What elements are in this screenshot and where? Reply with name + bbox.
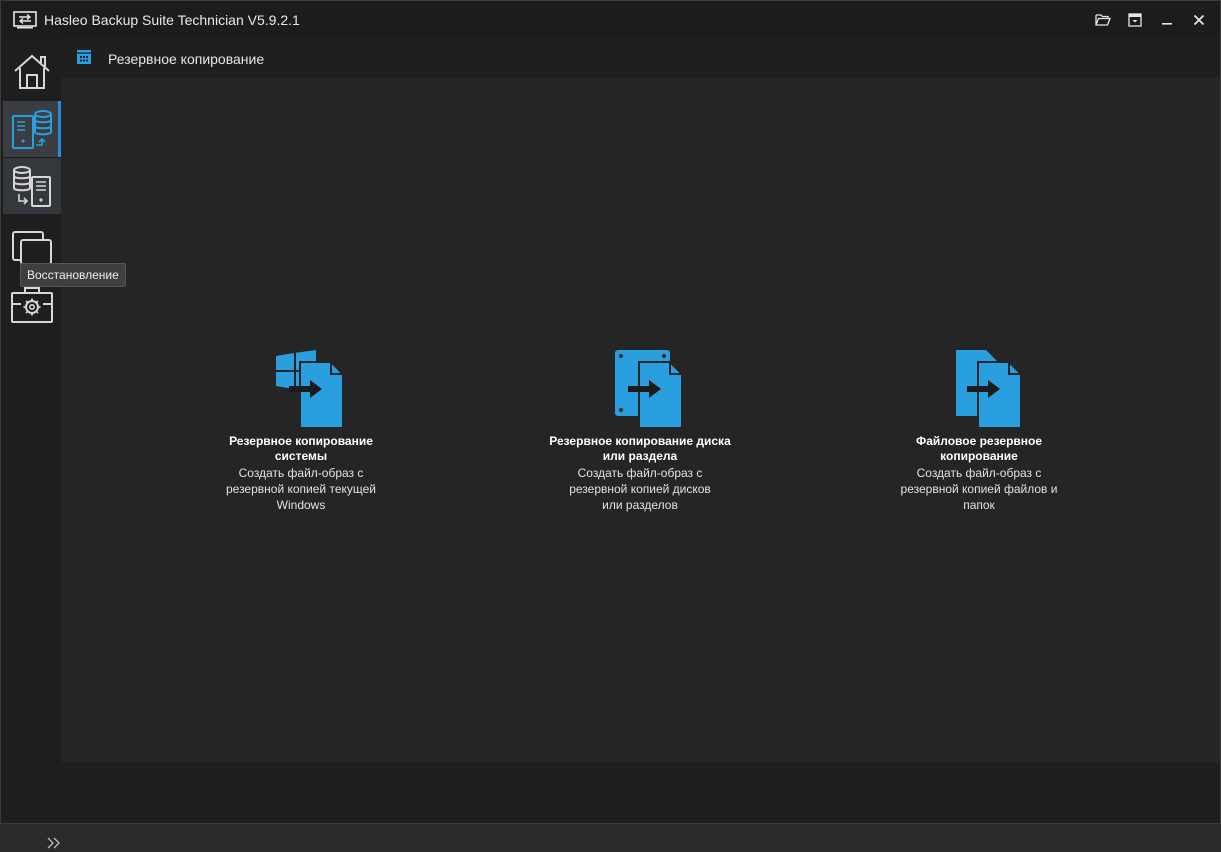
- disk-backup-option[interactable]: Резервное копирование диска или раздела …: [530, 348, 750, 513]
- footer-bar: [61, 762, 1220, 823]
- page-title: Резервное копирование: [108, 51, 265, 67]
- page-header: Резервное копирование: [61, 38, 1220, 78]
- system-backup-icon: [276, 350, 344, 429]
- folder-open-icon: [1095, 14, 1111, 26]
- restore-icon: [13, 166, 51, 207]
- minimize-icon: [1162, 23, 1172, 25]
- clone-icon: [12, 231, 52, 265]
- tools-icon: [11, 287, 53, 323]
- disk-backup-title: Резервное копирование диска или раздела: [549, 434, 731, 463]
- backup-icon: [12, 110, 52, 149]
- home-icon: [14, 54, 50, 89]
- disk-backup-description: Создать файл-образ с резервной копией ди…: [569, 466, 711, 512]
- close-button[interactable]: [1188, 10, 1210, 30]
- grid-icon: [77, 50, 91, 64]
- file-backup-icon: [956, 350, 1022, 429]
- sidebar-item-home[interactable]: [3, 44, 61, 100]
- title-bar: Hasleo Backup Suite Technician V5.9.2.1: [1, 1, 1220, 38]
- sidebar-item-restore[interactable]: [3, 158, 61, 214]
- file-backup-title: Файловое резервное копирование: [915, 434, 1043, 463]
- open-folder-button[interactable]: [1092, 10, 1114, 30]
- file-backup-option[interactable]: Файловое резервное копирование Создать ф…: [869, 348, 1089, 513]
- file-backup-description: Создать файл-образ с резервной копией фа…: [900, 466, 1058, 512]
- system-backup-title: Резервное копирование системы: [229, 434, 373, 463]
- expand-sidebar-icon[interactable]: [45, 834, 63, 852]
- menu-button[interactable]: [1124, 10, 1146, 30]
- app-window: Hasleo Backup Suite Technician V5.9.2.1: [0, 0, 1221, 849]
- window-title: Hasleo Backup Suite Technician V5.9.2.1: [44, 12, 300, 28]
- dropdown-menu-icon: [1128, 13, 1142, 27]
- sidebar-item-backup[interactable]: [3, 101, 61, 157]
- system-backup-description: Создать файл-образ с резервной копией те…: [225, 466, 377, 512]
- app-logo-icon: [13, 11, 37, 29]
- sidebar: Восстановление: [1, 38, 126, 849]
- system-backup-option[interactable]: Резервное копирование системы Создать фа…: [191, 348, 411, 513]
- disk-backup-icon: [615, 350, 683, 429]
- close-icon: [1193, 14, 1205, 26]
- minimize-button[interactable]: [1156, 10, 1178, 30]
- main-content: Резервное копирование Резервное копирова…: [61, 38, 1220, 823]
- sidebar-tooltip: Восстановление: [20, 263, 126, 287]
